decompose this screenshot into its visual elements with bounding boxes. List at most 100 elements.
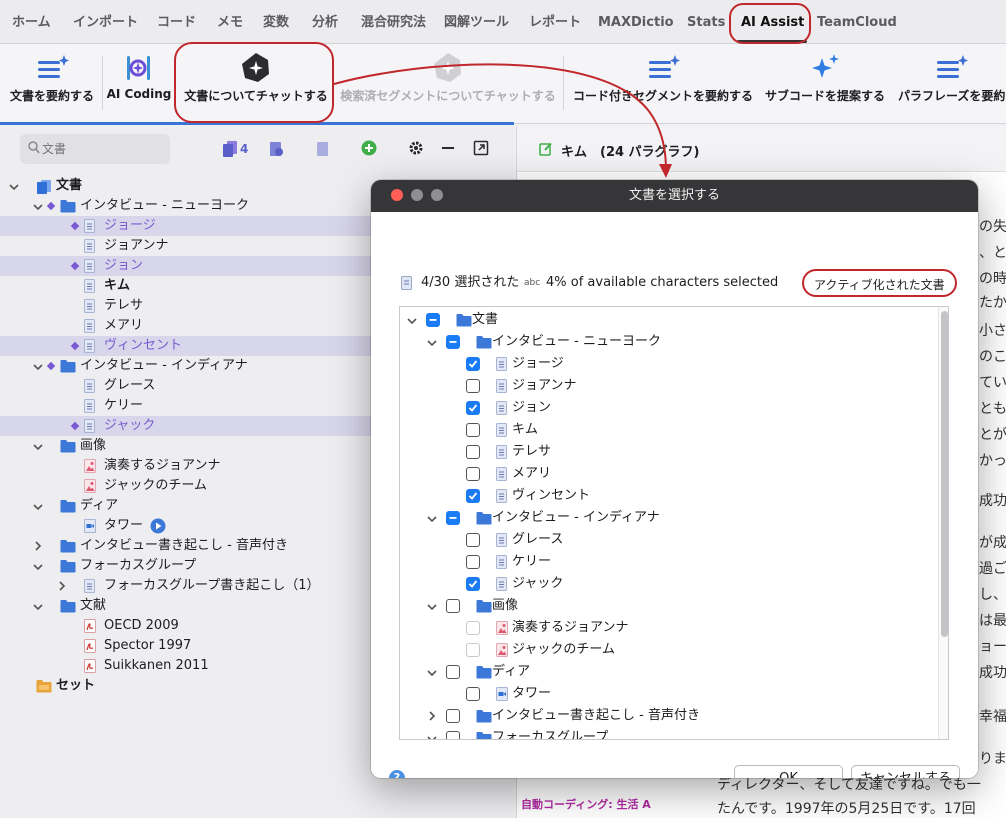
chevron-right-icon[interactable] (32, 539, 44, 553)
document-checkbox[interactable] (466, 687, 480, 701)
chevron-down-icon[interactable] (32, 199, 44, 213)
summarize-paraphrases-button[interactable]: パラフレーズを要約 (896, 44, 1006, 124)
document-checkbox[interactable] (466, 401, 480, 415)
tab-ai-assist[interactable]: AI Assist (741, 0, 804, 44)
checkbox-row[interactable]: インタビュー - インディアナ (400, 507, 940, 529)
checkbox-row[interactable]: ジョン (400, 397, 940, 419)
tab-codes[interactable]: コード (157, 0, 196, 44)
document-checkbox[interactable] (466, 555, 480, 569)
vertical-scrollbar[interactable] (938, 307, 948, 739)
document-checkbox[interactable] (466, 357, 480, 371)
checkbox-row[interactable]: インタビュー - ニューヨーク (400, 331, 940, 353)
document-checkbox[interactable] (446, 665, 460, 679)
chevron-down-icon[interactable] (426, 665, 438, 679)
ok-button[interactable]: OK (734, 765, 843, 778)
checkbox-row[interactable]: ディア (400, 661, 940, 683)
tree-label: グレース (104, 378, 156, 393)
checkbox-row[interactable]: テレサ (400, 441, 940, 463)
document-checkbox[interactable] (466, 533, 480, 547)
chevron-right-icon[interactable] (426, 709, 438, 723)
help-icon[interactable]: ? (389, 770, 405, 778)
checkbox-row[interactable]: ジャックのチーム (400, 639, 940, 661)
document-checkbox[interactable] (466, 423, 480, 437)
tree-label: ジョン (104, 258, 144, 273)
checkbox-row[interactable]: ジャック (400, 573, 940, 595)
document-checkbox[interactable] (446, 599, 460, 613)
document-label: 文書 (472, 312, 499, 327)
tab-mixed-methods[interactable]: 混合研究法 (361, 0, 426, 44)
summarize-documents-button[interactable]: 文書を要約する (8, 44, 96, 124)
checkmark-icon (468, 580, 478, 588)
document-checkbox[interactable] (446, 731, 460, 739)
summarize-documents-label: 文書を要約する (9, 89, 94, 103)
gear-icon[interactable] (408, 140, 424, 156)
chevron-down-icon[interactable] (426, 335, 438, 349)
activated-documents-button[interactable]: アクティブ化された文書 (802, 269, 957, 297)
minimize-icon[interactable] (441, 140, 455, 156)
document-checkbox[interactable] (426, 313, 440, 327)
chevron-down-icon[interactable] (32, 599, 44, 613)
document-checkbox[interactable] (466, 379, 480, 393)
checkbox-row[interactable]: キム (400, 419, 940, 441)
checkbox-row[interactable]: ジョアンナ (400, 375, 940, 397)
search-input[interactable] (42, 139, 162, 159)
tab-visual-tools[interactable]: 図解ツール (444, 0, 509, 44)
checkbox-row[interactable]: フォーカスグループ (400, 727, 940, 740)
chevron-right-icon[interactable] (56, 579, 68, 593)
document-checkbox[interactable] (446, 511, 460, 525)
chat-with-segments-button[interactable]: 検索済セグメントについてチャットする (338, 44, 558, 124)
tab-memos[interactable]: メモ (217, 0, 243, 44)
tab-maxdictio[interactable]: MAXDictio (598, 0, 674, 44)
chevron-down-icon[interactable] (32, 359, 44, 373)
document-search[interactable] (20, 134, 170, 164)
tab-teamcloud[interactable]: TeamCloud (817, 0, 897, 44)
text-document-icon (496, 357, 507, 371)
document-checkbox[interactable] (466, 489, 480, 503)
checkbox-row[interactable]: ケリー (400, 551, 940, 573)
ai-coding-button[interactable]: AI Coding (106, 44, 172, 124)
document-checkbox[interactable] (466, 467, 480, 481)
tab-variables[interactable]: 変数 (263, 0, 289, 44)
chevron-down-icon[interactable] (426, 731, 438, 740)
text-document-icon (496, 533, 507, 547)
doc-refresh-icon[interactable] (268, 140, 284, 158)
document-checkbox[interactable] (466, 445, 480, 459)
chevron-down-icon[interactable] (8, 179, 20, 193)
summarize-coded-segments-button[interactable]: コード付きセグメントを要約する (570, 44, 756, 124)
checkbox-row[interactable]: メアリ (400, 463, 940, 485)
document-checkbox[interactable] (446, 335, 460, 349)
checkbox-row[interactable]: ヴィンセント (400, 485, 940, 507)
edit-icon[interactable] (539, 142, 553, 156)
chevron-down-icon[interactable] (406, 313, 418, 327)
cancel-button[interactable]: キャンセルする (851, 765, 960, 778)
chevron-down-icon[interactable] (426, 599, 438, 613)
play-icon[interactable] (150, 518, 166, 534)
checkbox-row[interactable]: 演奏するジョアンナ (400, 617, 940, 639)
tab-home[interactable]: ホーム (12, 0, 51, 44)
chat-with-documents-button[interactable]: 文書についてチャットする (180, 44, 332, 124)
chevron-down-icon[interactable] (32, 499, 44, 513)
checkbox-row[interactable]: 画像 (400, 595, 940, 617)
checkbox-row[interactable]: 文書 (400, 309, 940, 331)
document-checkbox[interactable] (466, 577, 480, 591)
checkbox-row[interactable]: インタビュー書き起こし - 音声付き (400, 705, 940, 727)
tab-stats[interactable]: Stats (687, 0, 725, 44)
suggest-subcodes-button[interactable]: サブコードを提案する (762, 44, 888, 124)
chevron-down-icon[interactable] (426, 511, 438, 525)
scrollbar-thumb[interactable] (941, 311, 948, 637)
chevron-down-icon[interactable] (32, 559, 44, 573)
tab-import[interactable]: インポート (73, 0, 138, 44)
tab-reports[interactable]: レポート (529, 0, 581, 44)
document-checkbox[interactable] (446, 709, 460, 723)
tab-analysis[interactable]: 分析 (312, 0, 338, 44)
chevron-down-icon[interactable] (32, 439, 44, 453)
document-line: 成功 (979, 665, 1006, 681)
checkbox-row[interactable]: タワー (400, 683, 940, 705)
checkbox-row[interactable]: グレース (400, 529, 940, 551)
activated-docs-icon[interactable] (222, 140, 238, 158)
doc-copy-icon[interactable] (315, 140, 331, 158)
undock-icon[interactable] (473, 140, 489, 156)
document-line: かっ (979, 453, 1006, 469)
add-icon[interactable] (361, 140, 377, 156)
checkbox-row[interactable]: ジョージ (400, 353, 940, 375)
